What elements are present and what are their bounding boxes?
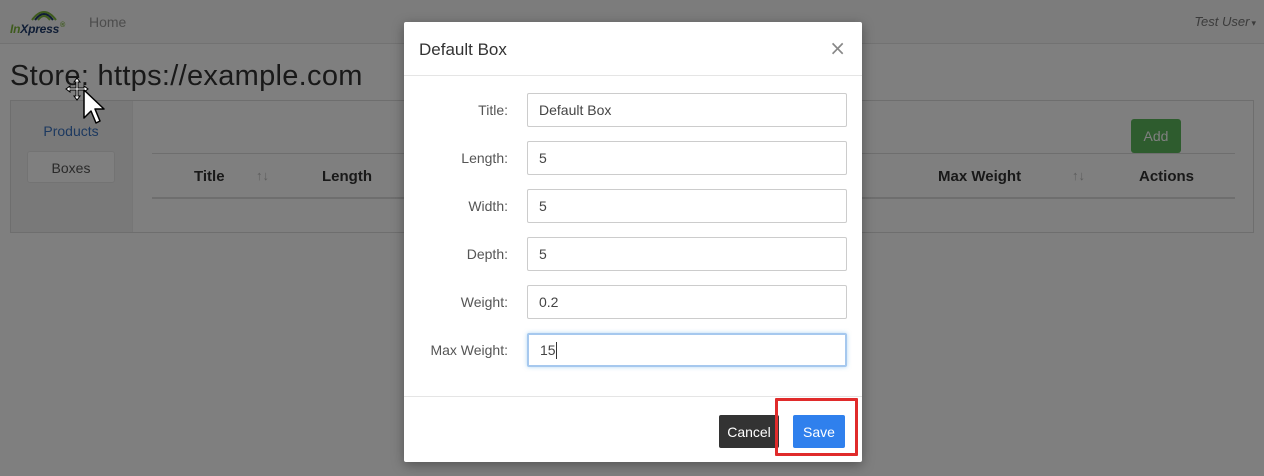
modal-footer: Cancel Save [404,396,862,462]
field-label: Width: [468,198,508,214]
save-button[interactable]: Save [793,415,845,448]
modal-title: Default Box [419,40,507,59]
close-icon[interactable]: × [829,36,846,60]
form-row-width: Width: [404,189,862,225]
cancel-button[interactable]: Cancel [719,415,779,448]
field-label: Length: [461,150,508,166]
edit-box-modal: Default Box × Title: Length: Width: Dept… [404,22,862,462]
weight-input[interactable] [527,285,847,319]
field-label: Title: [478,102,508,118]
max-weight-input[interactable] [527,333,847,367]
field-label: Max Weight: [430,342,508,358]
form-row-length: Length: [404,141,862,177]
field-label: Depth: [466,246,508,262]
depth-input[interactable] [527,237,847,271]
form-row-max-weight: Max Weight: [404,333,862,369]
form-row-weight: Weight: [404,285,862,321]
width-input[interactable] [527,189,847,223]
title-input[interactable] [527,93,847,127]
text-caret [556,342,557,359]
field-label: Weight: [460,294,508,310]
form-row-title: Title: [404,93,862,129]
form-row-depth: Depth: [404,237,862,273]
modal-header: Default Box × [404,22,862,76]
length-input[interactable] [527,141,847,175]
